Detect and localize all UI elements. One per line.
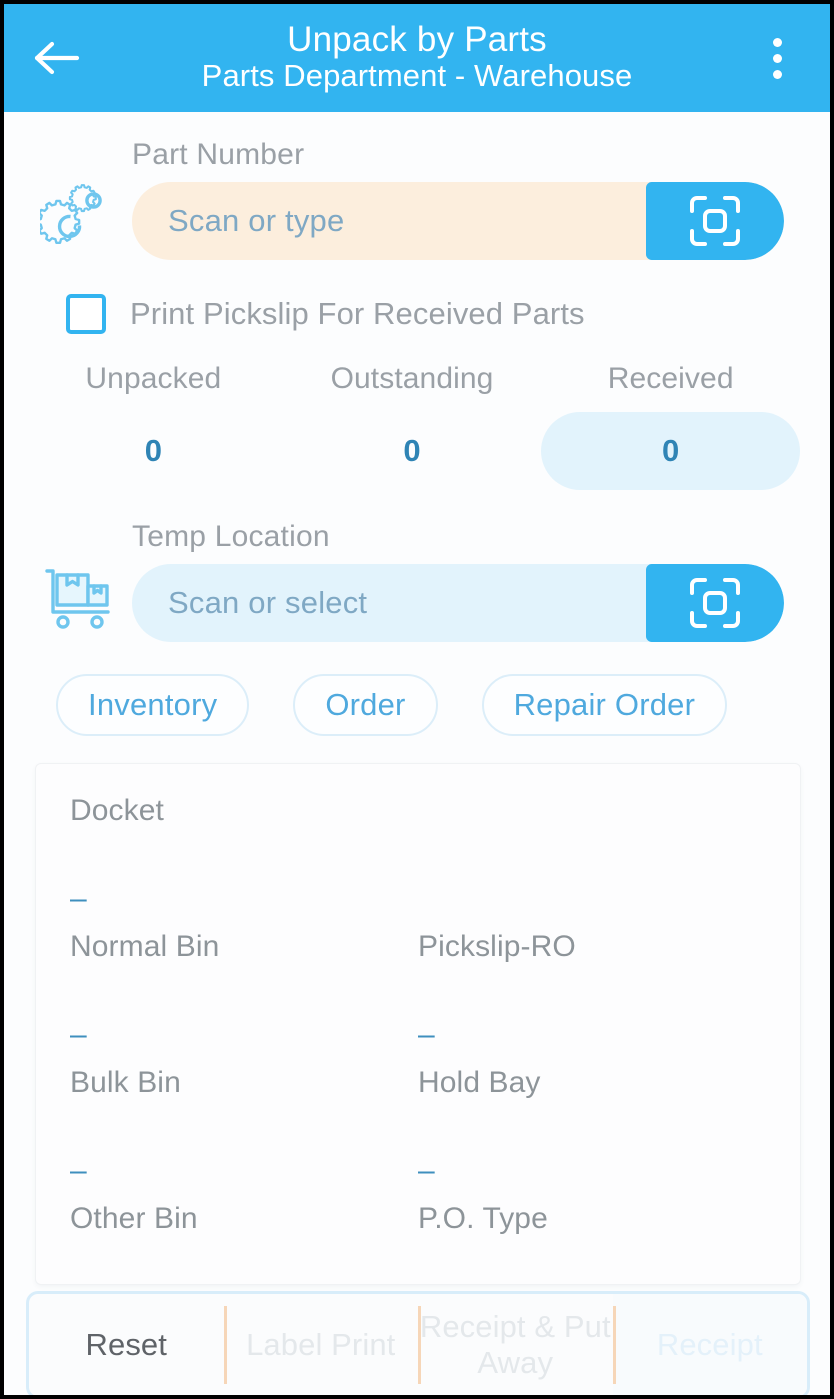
part-number-input[interactable]: Scan or type <box>132 182 646 260</box>
stat-value-wrap[interactable]: 0 <box>541 412 801 490</box>
page-title: Unpack by Parts <box>287 20 547 60</box>
detail-value: – <box>70 1154 87 1187</box>
stat-received: Received 0 <box>541 362 801 490</box>
detail-row: Other Bin – P.O. Type – <box>70 1202 766 1284</box>
detail-value: – <box>418 1018 435 1051</box>
detail-value: – <box>70 1018 87 1051</box>
detail-label: P.O. Type <box>418 1202 548 1235</box>
detail-row: Normal Bin – Pickslip-RO – <box>70 930 766 1066</box>
menu-dot <box>772 53 782 63</box>
app-screen: Unpack by Parts Parts Department - Wareh… <box>4 4 830 1395</box>
stat-unpacked: Unpacked 0 <box>24 362 283 490</box>
app-bar: Unpack by Parts Parts Department - Wareh… <box>4 4 830 112</box>
part-number-field-row: Scan or type <box>132 182 784 260</box>
detail-label: Hold Bay <box>418 1066 541 1099</box>
part-number-label: Part Number <box>132 138 305 171</box>
stat-label: Received <box>607 362 734 395</box>
action-label: Receipt <box>656 1327 763 1363</box>
detail-value: – <box>70 882 87 915</box>
barcode-scan-icon <box>690 578 740 628</box>
page-subtitle: Parts Department - Warehouse <box>201 58 633 94</box>
detail-empty <box>418 794 766 930</box>
action-label: Reset <box>85 1327 167 1363</box>
stat-value-wrap: 0 <box>24 412 283 490</box>
stat-value: 0 <box>144 433 162 468</box>
temp-location-section: Temp Location Scan or select <box>4 520 830 642</box>
temp-location-label: Temp Location <box>132 520 330 553</box>
receipt-button[interactable]: Receipt <box>612 1294 807 1395</box>
detail-value: – <box>418 1154 435 1187</box>
chip-label: Repair Order <box>513 687 696 722</box>
menu-dot <box>772 69 782 79</box>
app-bar-titles: Unpack by Parts Parts Department - Wareh… <box>88 20 746 96</box>
detail-label: Pickslip-RO <box>418 930 576 963</box>
chip-label: Order <box>325 687 406 722</box>
chip-inventory[interactable]: Inventory <box>56 674 250 736</box>
part-number-scan-button[interactable] <box>646 182 784 260</box>
detail-label: Docket <box>70 794 164 827</box>
barcode-scan-icon <box>690 196 740 246</box>
print-pickslip-row[interactable]: Print Pickslip For Received Parts <box>4 294 830 334</box>
label-print-button[interactable]: Label Print <box>223 1294 419 1395</box>
main-content: Part Number Scan or type Print Pickslip … <box>4 138 830 1395</box>
temp-location-scan-button[interactable] <box>646 564 784 642</box>
detail-other-bin: Other Bin – <box>70 1202 418 1284</box>
stat-value-wrap: 0 <box>283 412 542 490</box>
detail-row: Bulk Bin – Hold Bay – <box>70 1066 766 1202</box>
chip-order[interactable]: Order <box>293 674 438 736</box>
detail-bulk-bin: Bulk Bin – <box>70 1066 418 1202</box>
stat-label: Outstanding <box>330 362 494 395</box>
detail-label: Bulk Bin <box>70 1066 181 1099</box>
reset-button[interactable]: Reset <box>29 1294 224 1395</box>
temp-location-input[interactable]: Scan or select <box>132 564 646 642</box>
stat-value: 0 <box>662 433 680 468</box>
part-number-section: Part Number Scan or type <box>4 138 830 260</box>
source-type-chips: Inventory Order Repair Order <box>4 674 830 736</box>
stat-value: 0 <box>403 433 421 468</box>
detail-normal-bin: Normal Bin – <box>70 930 418 1066</box>
temp-location-field-row: Scan or select <box>132 564 784 642</box>
detail-row: Docket – <box>70 794 766 930</box>
overflow-menu-icon[interactable] <box>746 27 808 89</box>
receipt-and-put-away-button[interactable]: Receipt & Put Away <box>418 1294 613 1395</box>
stats-row: Unpacked 0 Outstanding 0 Received 0 <box>4 362 830 490</box>
print-pickslip-label: Print Pickslip For Received Parts <box>130 296 585 331</box>
arrow-left-icon <box>34 41 80 75</box>
gears-icon <box>40 182 114 254</box>
action-label: Receipt & Put Away <box>419 1309 611 1380</box>
chip-repair-order[interactable]: Repair Order <box>481 674 728 736</box>
detail-pickslip-ro: Pickslip-RO – <box>418 930 766 1066</box>
print-pickslip-checkbox[interactable] <box>66 294 106 334</box>
details-card: Docket – Normal Bin – Pickslip-RO – Bulk… <box>36 764 800 1284</box>
detail-label: Normal Bin <box>70 930 220 963</box>
stat-outstanding: Outstanding 0 <box>283 362 542 490</box>
menu-dot <box>772 37 782 47</box>
stat-label: Unpacked <box>85 362 222 395</box>
trolley-boxes-icon <box>40 566 112 632</box>
detail-po-type: P.O. Type – <box>418 1202 766 1284</box>
detail-docket: Docket – <box>70 794 418 930</box>
detail-hold-bay: Hold Bay – <box>418 1066 766 1202</box>
bottom-action-bar: Reset Label Print Receipt & Put Away Rec… <box>26 1291 810 1395</box>
chip-label: Inventory <box>88 687 218 722</box>
back-button[interactable] <box>26 27 88 89</box>
detail-label: Other Bin <box>70 1202 198 1235</box>
action-label: Label Print <box>246 1327 396 1363</box>
